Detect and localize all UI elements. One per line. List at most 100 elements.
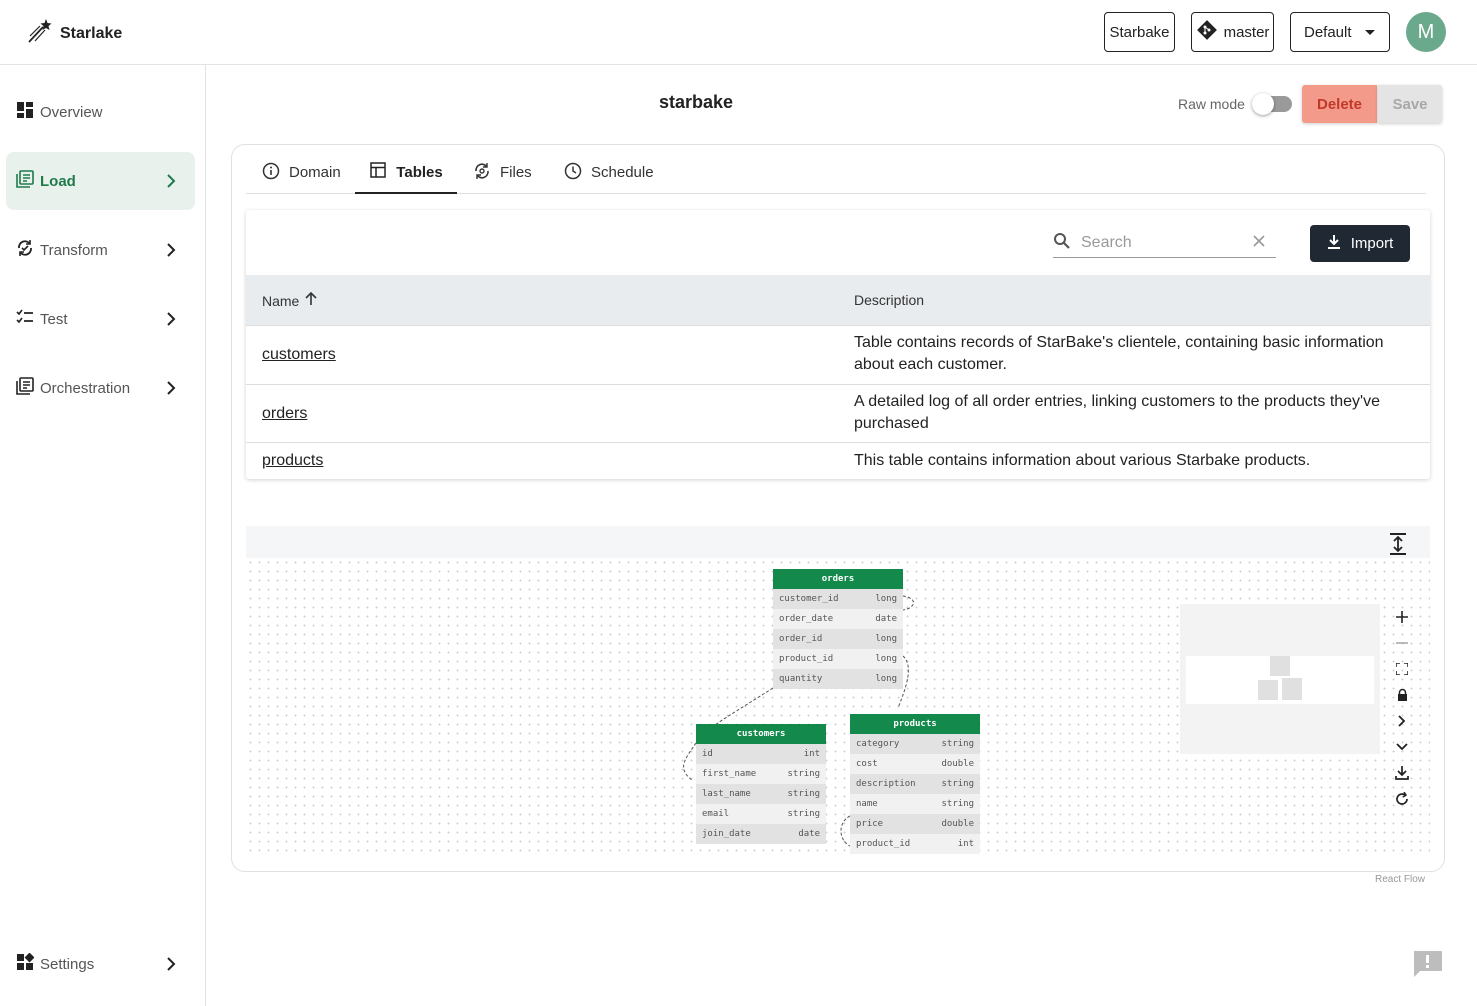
tab-schedule[interactable]: Schedule [564, 152, 654, 193]
project-button-label: Starbake [1109, 23, 1170, 41]
minimap-viewport [1186, 656, 1374, 704]
chevron-right-icon [159, 376, 183, 400]
zoom-out-icon[interactable] [1388, 630, 1416, 656]
column-header-label: Name [262, 292, 300, 309]
tab-domain[interactable]: Domain [262, 152, 341, 193]
entity-column: email string [696, 804, 826, 824]
search-box [1053, 229, 1276, 258]
column-type: string [941, 799, 974, 809]
entity-column: category string [850, 734, 980, 754]
sidebar-item-overview[interactable]: Overview [6, 83, 195, 141]
orchestration-icon [16, 377, 34, 399]
minimap-node [1282, 678, 1302, 700]
sidebar-item-label: Test [40, 310, 68, 328]
entity-title: orders [773, 569, 903, 589]
react-flow-attribution[interactable]: React Flow [1375, 874, 1425, 885]
tables-panel: Import Name Description customers Table … [246, 210, 1430, 479]
sidebar-item-settings[interactable]: Settings [6, 935, 195, 993]
column-type: double [941, 759, 974, 769]
tab-label: Domain [289, 164, 341, 181]
sidebar-item-orchestration[interactable]: Orchestration [6, 359, 195, 417]
column-name: order_id [779, 634, 823, 644]
sidebar-item-transform[interactable]: Transform [6, 221, 195, 279]
delete-button[interactable]: Delete [1302, 85, 1377, 123]
diagram-minimap[interactable] [1180, 604, 1380, 754]
project-button[interactable]: Starbake [1104, 12, 1175, 52]
diagram-toolbar [246, 526, 1430, 558]
toggle-knob [1252, 93, 1274, 115]
download-icon [1327, 234, 1341, 254]
lock-icon[interactable] [1388, 682, 1416, 708]
column-header-name[interactable]: Name [262, 291, 317, 309]
import-button[interactable]: Import [1310, 225, 1410, 262]
column-type: string [787, 809, 820, 819]
tab-label: Schedule [591, 164, 654, 181]
entity-columns: category string cost double description str… [850, 734, 980, 854]
entity-column: order_date date [773, 609, 903, 629]
delete-button-label: Delete [1316, 95, 1363, 113]
sidebar-item-label: Overview [40, 103, 103, 121]
user-avatar[interactable]: M [1406, 12, 1446, 52]
raw-mode-toggle[interactable] [1252, 93, 1292, 115]
tab-files[interactable]: Files [473, 152, 532, 193]
table-link-customers[interactable]: customers [262, 346, 336, 364]
table-link-orders[interactable]: orders [262, 405, 307, 423]
column-type: string [787, 769, 820, 779]
refresh-icon[interactable] [1388, 786, 1416, 812]
table-row: products This table contains information… [246, 442, 1430, 479]
fit-height-icon[interactable] [1384, 532, 1412, 556]
column-name: cost [856, 759, 878, 769]
info-icon [262, 162, 280, 184]
entity-title: products [850, 714, 980, 734]
clear-search-icon[interactable] [1253, 234, 1265, 252]
table-row: orders A detailed log of all order entri… [246, 384, 1430, 442]
sidebar-item-label: Orchestration [40, 379, 131, 397]
column-type: string [941, 739, 974, 749]
column-type: string [787, 789, 820, 799]
entity-orders[interactable]: orders customer_id long order_date date or… [773, 569, 903, 689]
column-type: date [875, 614, 897, 624]
avatar-initial: M [1417, 20, 1435, 43]
entity-columns: customer_id long order_date date order_id l… [773, 589, 903, 689]
entity-column: product_id int [850, 834, 980, 854]
tab-label: Tables [396, 163, 443, 181]
sidebar-item-load[interactable]: Load [6, 152, 195, 210]
entity-columns: id int first_name string last_name string e… [696, 744, 826, 844]
environment-select[interactable]: Default [1290, 12, 1390, 52]
app-name: Starlake [60, 24, 123, 42]
entity-customers[interactable]: customers id int first_name string last_na… [696, 724, 826, 844]
search-input[interactable] [1081, 234, 1231, 252]
sort-arrow-up-icon [305, 291, 317, 309]
search-icon [1053, 232, 1071, 255]
chevron-right-icon[interactable] [1388, 708, 1416, 734]
branch-button[interactable]: master [1191, 12, 1274, 52]
brand[interactable]: Starlake [26, 17, 122, 50]
table-description: A detailed log of all order entries, lin… [854, 393, 1381, 432]
table-description: Table contains records of StarBake's cli… [854, 334, 1384, 373]
sidebar-item-label: Load [40, 172, 76, 190]
schema-diagram: orders customer_id long order_date date or… [246, 526, 1430, 885]
download-image-icon[interactable] [1388, 760, 1416, 786]
zoom-in-icon[interactable] [1388, 604, 1416, 630]
column-type: long [875, 634, 897, 644]
tab-tables[interactable]: Tables [355, 152, 457, 194]
entity-products[interactable]: products category string cost double descr… [850, 714, 980, 854]
diagram-controls [1388, 604, 1416, 812]
minimap-node [1270, 656, 1290, 676]
column-name: join_date [702, 829, 751, 839]
tab-bar: Domain Tables Files Schedule [246, 152, 1426, 194]
save-button[interactable]: Save [1378, 85, 1442, 123]
fit-view-icon[interactable] [1388, 656, 1416, 682]
sidebar-item-test[interactable]: Test [6, 290, 195, 348]
entity-column: price double [850, 814, 980, 834]
diagram-canvas[interactable]: orders customer_id long order_date date or… [246, 558, 1430, 885]
column-name: product_id [779, 654, 834, 664]
chevron-down-icon[interactable] [1388, 734, 1416, 760]
column-name: order_date [779, 614, 834, 624]
sidebar: Overview Load Transform Test Orchestrati… [0, 65, 206, 1006]
feedback-icon[interactable] [1412, 950, 1443, 978]
entity-column: join_date date [696, 824, 826, 844]
raw-mode-label: Raw mode [1178, 96, 1245, 112]
table-link-products[interactable]: products [262, 452, 323, 470]
column-type: int [957, 839, 974, 849]
